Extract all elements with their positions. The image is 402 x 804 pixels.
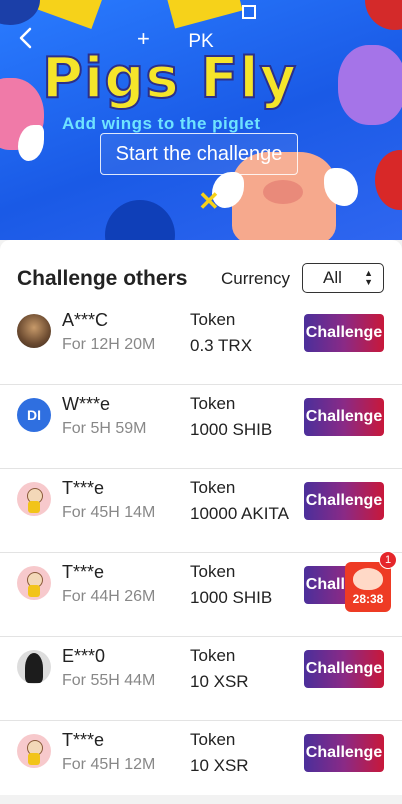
username: T***e <box>62 562 105 582</box>
challenge-button[interactable]: Challenge <box>304 734 384 772</box>
red-packet-widget[interactable]: 1 28:38 <box>345 551 397 612</box>
banner-ball <box>105 200 175 240</box>
duration: For 45H 14M <box>62 504 156 521</box>
challenge-row: T***e For 45H 12M Token 10 XSR Challenge <box>0 720 402 804</box>
token-amount: 1000 SHIB <box>190 588 273 607</box>
duration: For 45H 12M <box>62 756 156 773</box>
challenge-row: E***0 For 55H 44M Token 10 XSR Challenge <box>0 636 402 721</box>
game-subtitle: Add wings to the piglet <box>62 114 261 133</box>
duration: For 12H 20M <box>62 336 156 353</box>
game-title: Pigs Fly <box>41 45 298 112</box>
banner-ball <box>0 0 40 25</box>
token-label: Token <box>190 478 236 497</box>
username: E***0 <box>62 646 106 666</box>
token-amount: 10 XSR <box>190 756 249 775</box>
token-amount: 0.3 TRX <box>190 336 253 355</box>
notification-badge: 1 <box>379 551 397 569</box>
square-decoration <box>242 5 256 19</box>
x-decoration: ✕ <box>198 186 220 216</box>
avatar <box>17 566 51 600</box>
banner-decoration <box>167 0 243 29</box>
challenge-row: A***C For 12H 20M Token 0.3 TRX Challeng… <box>0 300 402 385</box>
challenge-button[interactable]: Challenge <box>304 314 384 352</box>
username: T***e <box>62 478 105 498</box>
challenge-row: DI W***e For 5H 59M Token 1000 SHIB Chal… <box>0 384 402 469</box>
token-label: Token <box>190 730 236 749</box>
username: T***e <box>62 730 105 750</box>
avatar <box>17 650 51 684</box>
avatar: DI <box>17 398 51 432</box>
start-challenge-button[interactable]: Start the challenge <box>100 133 298 175</box>
duration: For 55H 44M <box>62 672 156 689</box>
challenge-row: T***e For 45H 14M Token 10000 AKITA Chal… <box>0 468 402 553</box>
banner-decoration <box>34 0 106 30</box>
token-label: Token <box>190 562 236 581</box>
red-packet-timer: 28:38 <box>352 592 384 606</box>
red-packet-icon <box>353 568 383 590</box>
avatar <box>17 482 51 516</box>
username: W***e <box>62 394 111 414</box>
challenge-row: T***e For 44H 26M Token 1000 SHIB Challe… <box>0 552 402 637</box>
token-amount: 1000 SHIB <box>190 420 273 439</box>
section-title: Challenge others <box>17 267 188 290</box>
currency-select[interactable]: All ▲ ▼ <box>302 263 384 293</box>
challenge-button[interactable]: Challenge <box>304 650 384 688</box>
currency-select-value: All <box>323 268 342 287</box>
banner-ball <box>365 0 402 30</box>
token-label: Token <box>190 646 236 665</box>
pig-character-right <box>338 45 402 125</box>
hero-banner: + ✕ PK Pigs Fly Add wings to the piglet … <box>0 0 402 240</box>
avatar <box>17 734 51 768</box>
duration: For 5H 59M <box>62 420 147 437</box>
challenge-button[interactable]: Challenge <box>304 482 384 520</box>
duration: For 44H 26M <box>62 588 156 605</box>
username: A***C <box>62 310 109 330</box>
avatar <box>17 314 51 348</box>
currency-label: Currency <box>221 269 290 288</box>
token-label: Token <box>190 310 236 329</box>
select-arrows-icon: ▲ ▼ <box>364 268 373 287</box>
challenge-button[interactable]: Challenge <box>304 398 384 436</box>
token-amount: 10 XSR <box>190 672 249 691</box>
token-label: Token <box>190 394 236 413</box>
banner-ball <box>375 150 402 210</box>
pig-snout <box>263 180 303 204</box>
pig-wing-left <box>18 125 44 161</box>
token-amount: 10000 AKITA <box>190 504 289 523</box>
